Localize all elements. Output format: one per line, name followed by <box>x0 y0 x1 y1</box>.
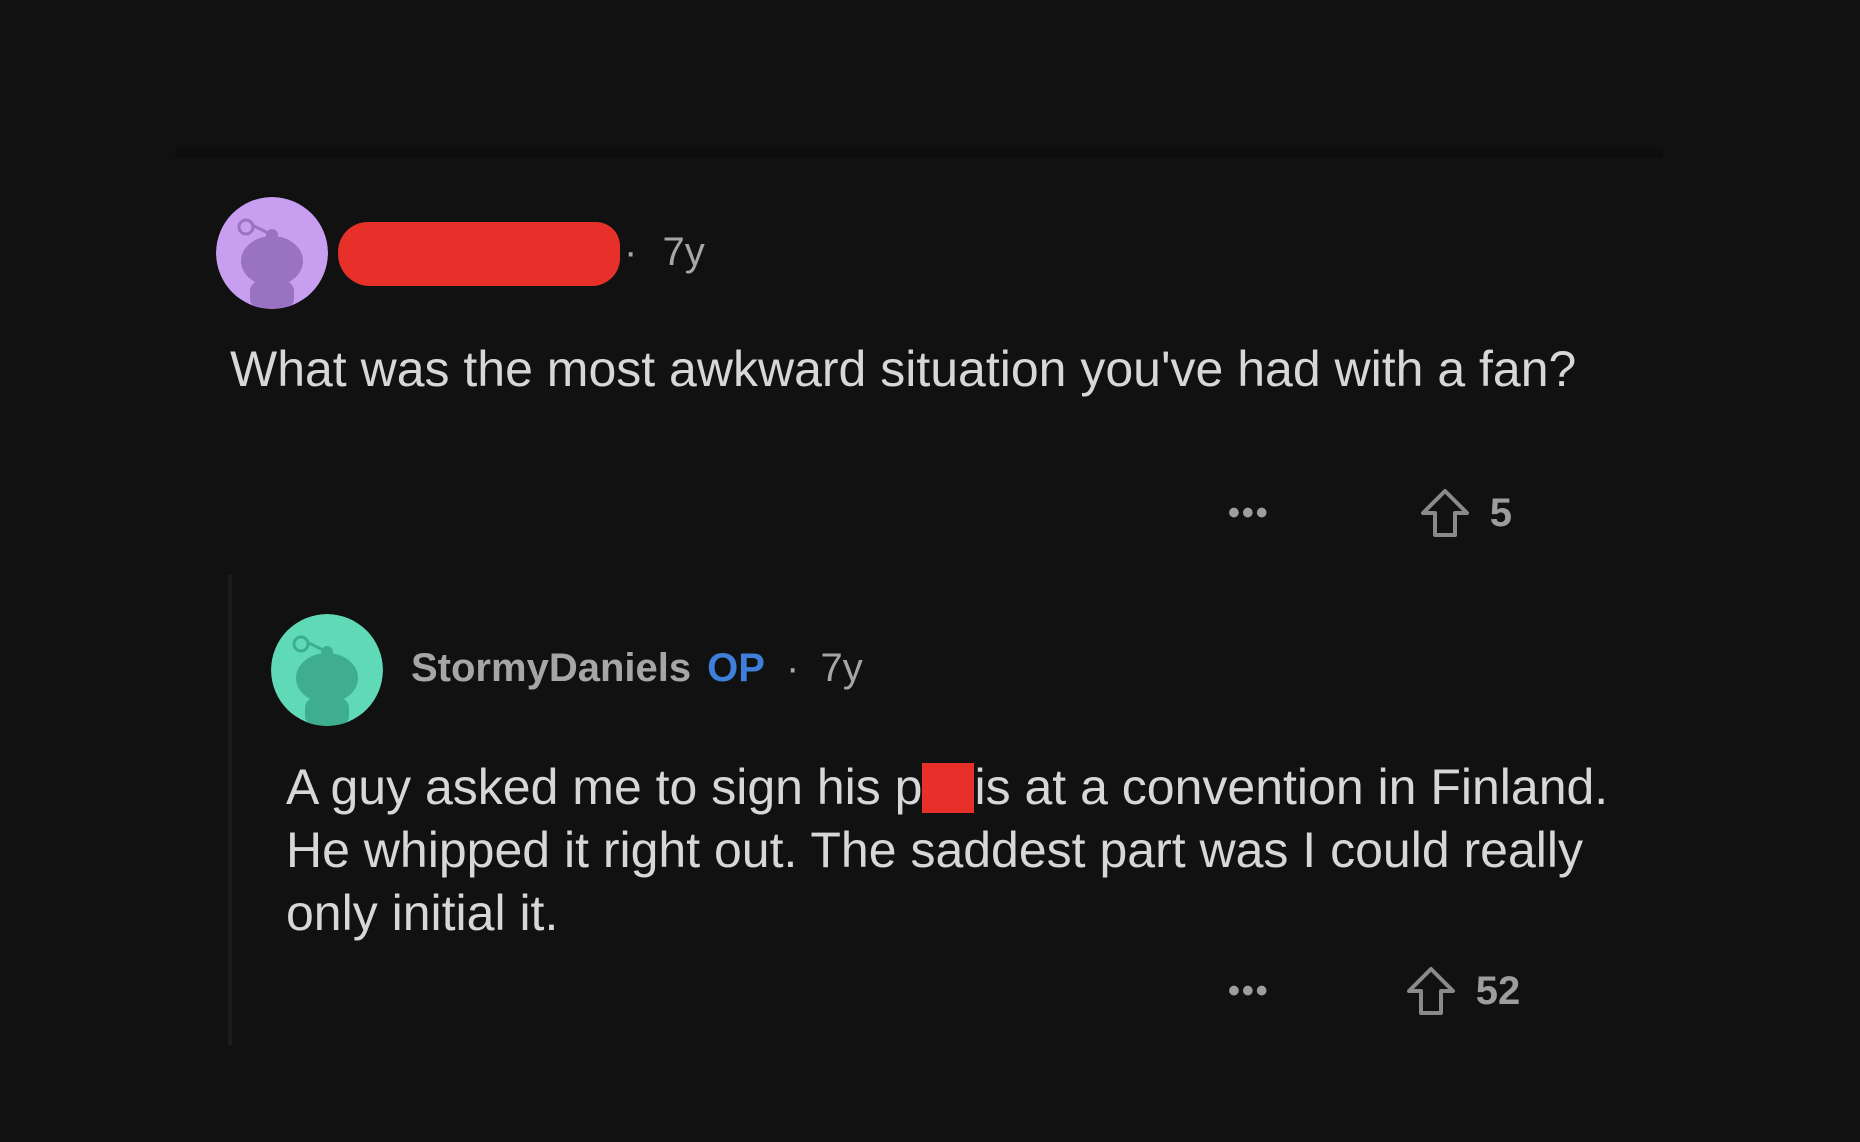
post-upvote-button[interactable]: 5 <box>1418 486 1512 540</box>
post-age: 7y <box>662 230 705 274</box>
op-badge: OP <box>707 646 765 690</box>
post-actions: ••• 5 <box>1228 488 1512 538</box>
reply-username[interactable]: StormyDaniels <box>411 646 691 690</box>
post-meta-separator: · <box>624 230 638 274</box>
reply-body: A guy asked me to sign his p is at a conv… <box>286 756 1666 945</box>
more-options-icon[interactable]: ••• <box>1228 972 1270 1011</box>
reply-meta: StormyDaniels OP · 7y <box>411 646 863 691</box>
upvote-arrow-icon <box>1420 489 1469 537</box>
censor-block <box>922 763 975 813</box>
upvote-arrow-icon <box>1406 967 1455 1015</box>
redacted-username <box>338 222 620 286</box>
post-meta: · 7y <box>624 230 705 275</box>
reply-upvote-button[interactable]: 52 <box>1404 964 1521 1018</box>
more-options-icon[interactable]: ••• <box>1228 494 1270 533</box>
post-body: What was the most awkward situation you'… <box>230 341 1577 397</box>
reddit-comment-thread: · 7y What was the most awkward situation… <box>0 0 1860 1142</box>
card-divider <box>175 148 1663 158</box>
reply-actions: ••• 52 <box>1228 966 1520 1016</box>
reply-meta-separator: · <box>786 646 800 690</box>
reply-age: 7y <box>820 646 863 690</box>
thread-line[interactable] <box>228 575 232 1045</box>
reply-avatar-icon[interactable] <box>271 614 383 726</box>
reply-vote-count: 52 <box>1475 968 1521 1013</box>
post-avatar-icon[interactable] <box>216 197 328 309</box>
reply-body-text-start: A guy asked me to sign his p <box>286 759 923 815</box>
post-vote-count: 5 <box>1489 490 1512 535</box>
